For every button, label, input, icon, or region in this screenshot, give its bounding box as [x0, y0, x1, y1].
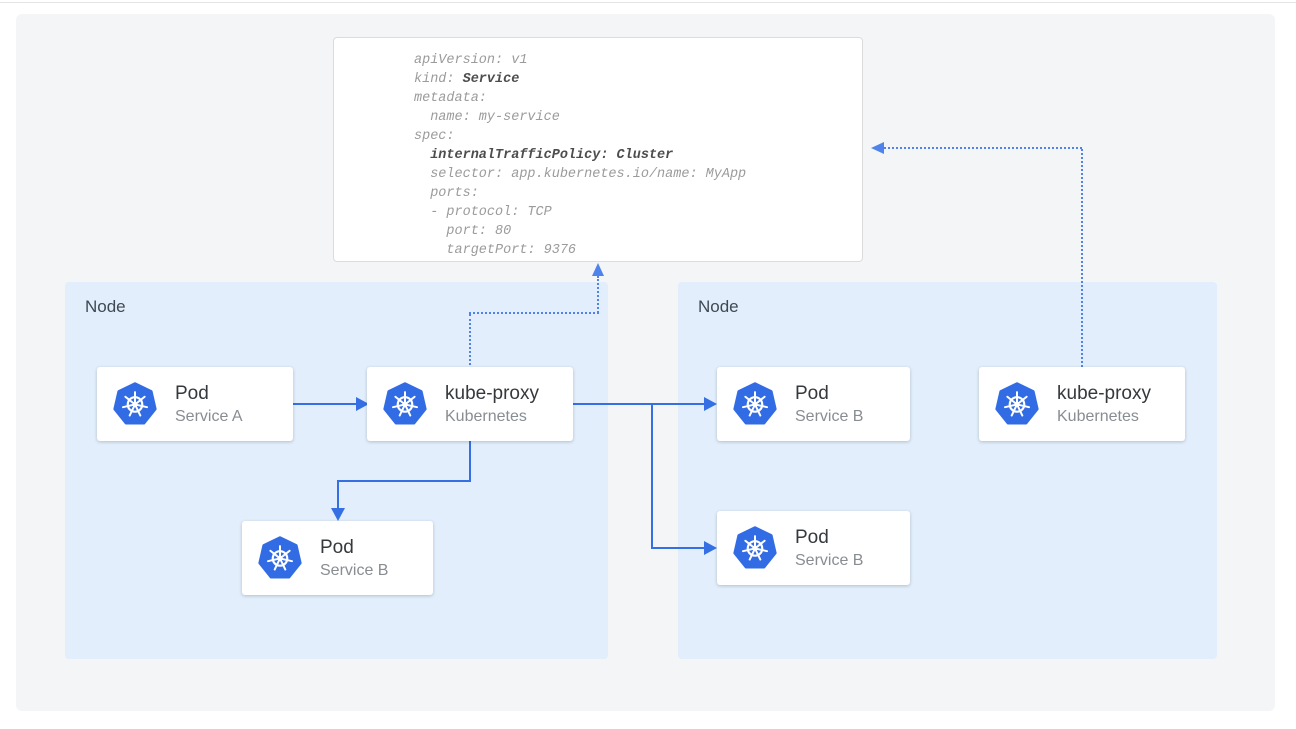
pod-service-a-box: Pod Service A	[97, 367, 293, 441]
node-right-label: Node	[698, 297, 739, 317]
pod-title: Pod	[175, 381, 243, 406]
arrowhead-right-icon	[704, 541, 717, 555]
arrowhead-down-icon	[331, 508, 345, 521]
node-left: Node	[65, 282, 608, 659]
pod-title: Pod	[795, 381, 863, 406]
pod-subtitle: Service B	[795, 406, 863, 428]
service-yaml-card: apiVersion: v1 kind: Service metadata: n…	[333, 37, 863, 262]
kube-proxy-subtitle: Kubernetes	[1057, 406, 1151, 428]
kube-proxy-left-box: kube-proxy Kubernetes	[367, 367, 573, 441]
kube-proxy-title: kube-proxy	[445, 381, 539, 406]
kube-proxy-title: kube-proxy	[1057, 381, 1151, 406]
kube-proxy-subtitle: Kubernetes	[445, 406, 539, 428]
kubernetes-icon	[733, 382, 777, 426]
yaml-line: apiVersion: v1	[414, 51, 746, 70]
yaml-line: metadata:	[414, 89, 746, 108]
yaml-line: ports:	[414, 184, 746, 203]
kubernetes-icon	[733, 526, 777, 570]
yaml-line: port: 80	[414, 222, 746, 241]
pod-subtitle: Service A	[175, 406, 243, 428]
pod-title: Pod	[795, 525, 863, 550]
node-right: Node	[678, 282, 1217, 659]
pod-subtitle: Service B	[320, 560, 388, 582]
kubernetes-icon	[258, 536, 302, 580]
node-left-label: Node	[85, 297, 126, 317]
kubernetes-icon	[995, 382, 1039, 426]
yaml-line: selector: app.kubernetes.io/name: MyApp	[414, 165, 746, 184]
kubernetes-icon	[383, 382, 427, 426]
yaml-line: kind: Service	[414, 70, 746, 89]
kube-proxy-right-box: kube-proxy Kubernetes	[979, 367, 1185, 441]
service-yaml-code: apiVersion: v1 kind: Service metadata: n…	[414, 51, 746, 260]
yaml-line: spec:	[414, 127, 746, 146]
arrowhead-right-icon	[704, 397, 717, 411]
yaml-line: - protocol: TCP	[414, 203, 746, 222]
pod-title: Pod	[320, 535, 388, 560]
top-divider	[0, 2, 1296, 3]
yaml-line: name: my-service	[414, 108, 746, 127]
arrowhead-up-icon	[592, 263, 604, 276]
arrowhead-left-icon	[871, 142, 884, 154]
yaml-line: internalTrafficPolicy: Cluster	[414, 146, 746, 165]
pod-service-b-left-box: Pod Service B	[242, 521, 433, 595]
pod-service-b-right-top-box: Pod Service B	[717, 367, 910, 441]
kubernetes-icon	[113, 382, 157, 426]
yaml-line: targetPort: 9376	[414, 241, 746, 260]
pod-subtitle: Service B	[795, 550, 863, 572]
pod-service-b-right-bottom-box: Pod Service B	[717, 511, 910, 585]
